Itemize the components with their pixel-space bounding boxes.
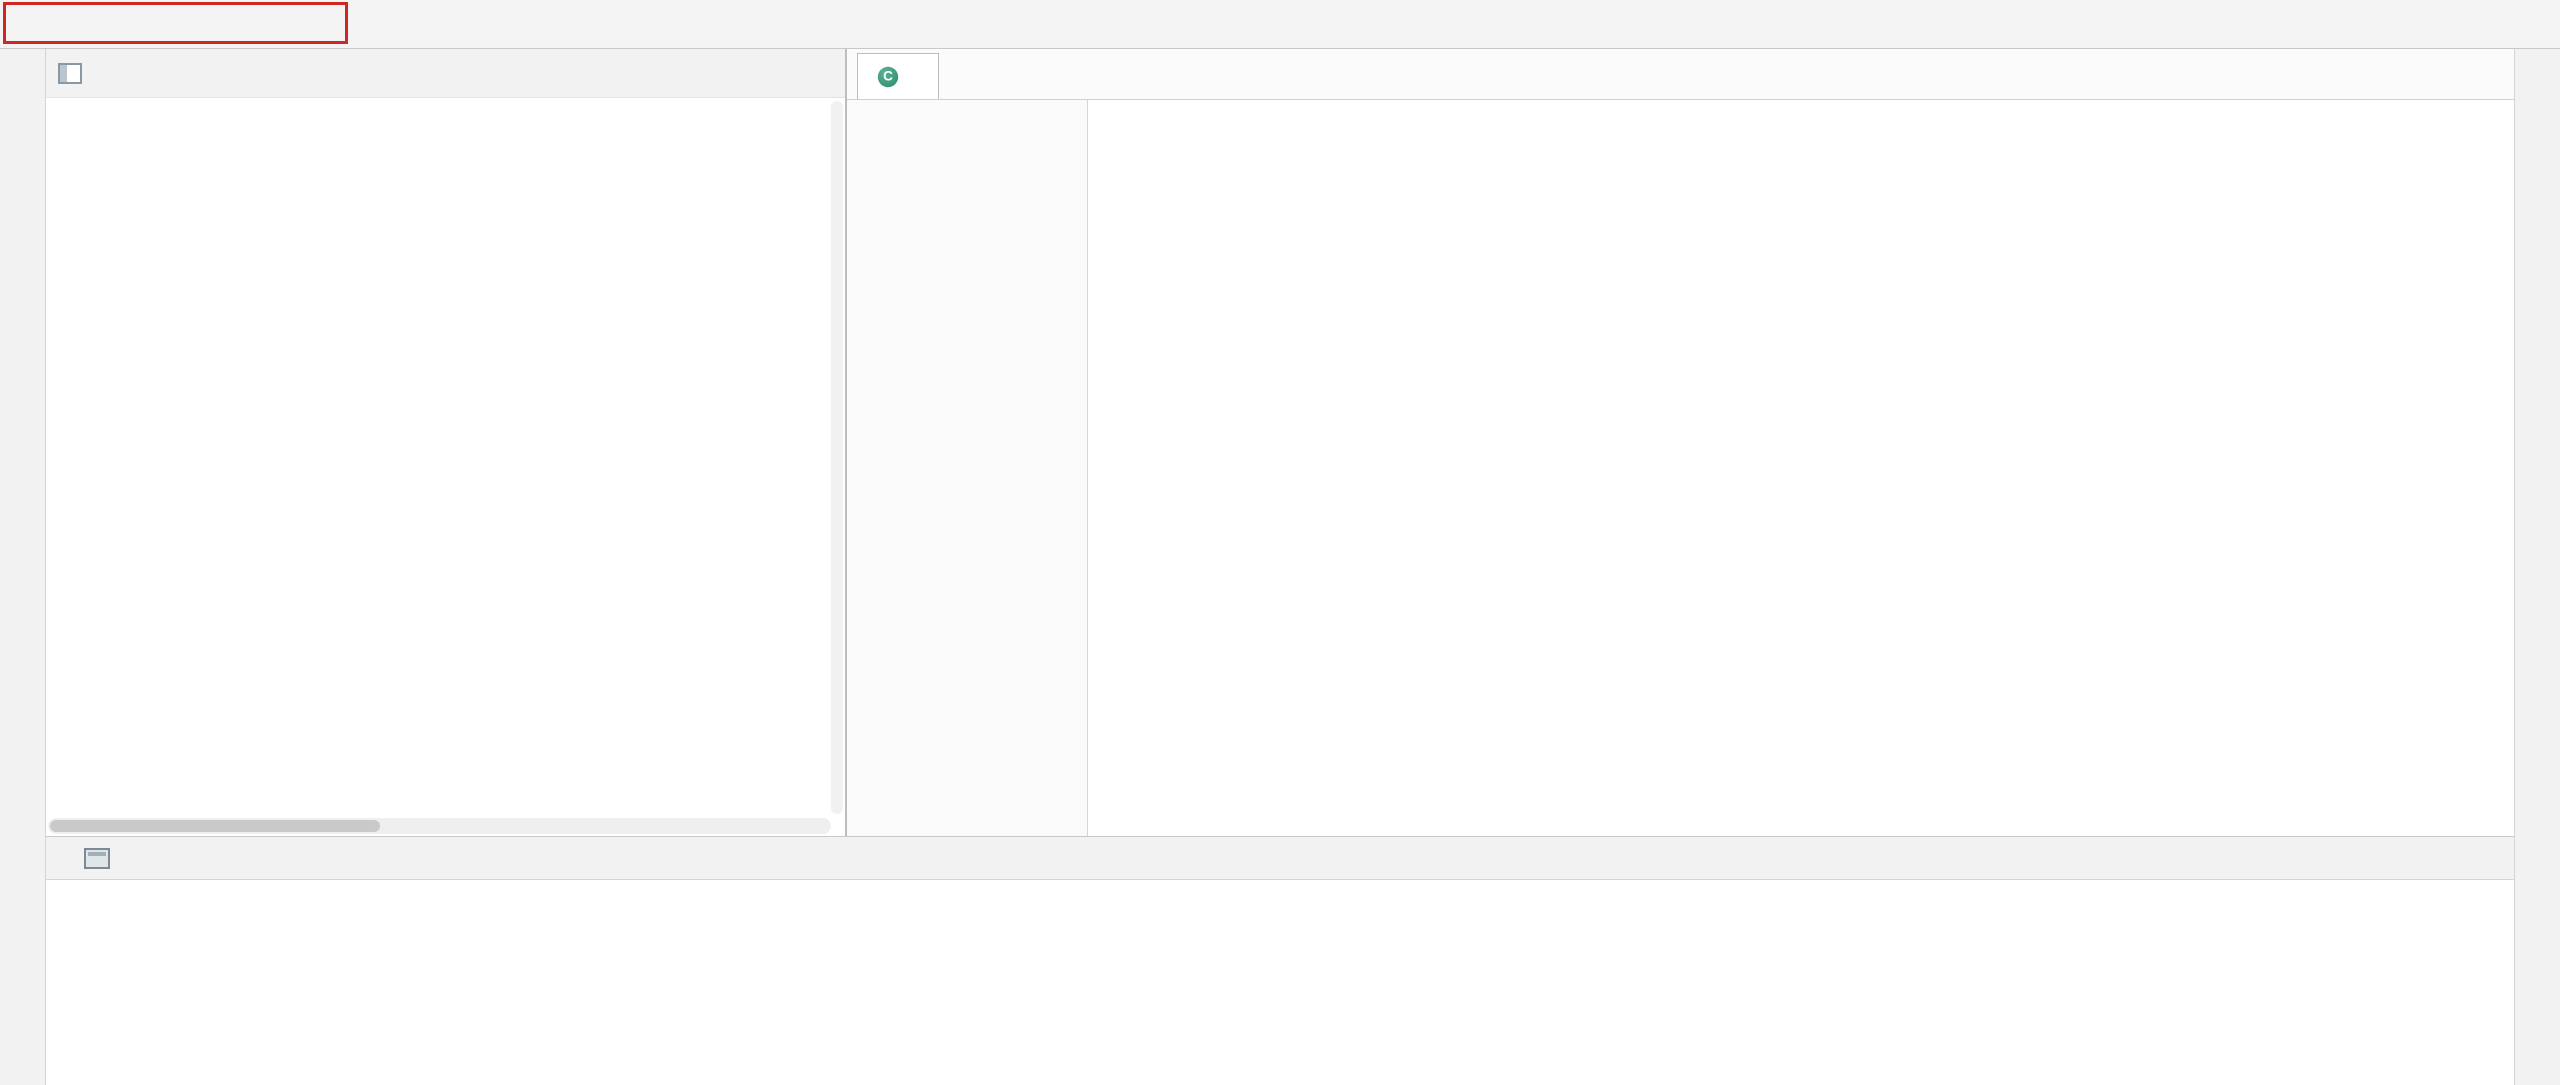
editor-gutter: [847, 100, 1087, 836]
run-panel-body: [46, 880, 2514, 1085]
gutter-separator: [1087, 100, 1088, 836]
run-tab-provider-user-application[interactable]: [74, 845, 130, 872]
run-tool-window: [46, 836, 2514, 1085]
run-panel-header: [46, 837, 2514, 880]
project-toolwindow-icon: [58, 63, 82, 84]
breadcrumb: [0, 0, 2560, 49]
scrollbar-thumb[interactable]: [50, 820, 380, 832]
editor-tab-bar: [847, 49, 2514, 100]
run-console[interactable]: [180, 880, 2514, 1085]
run-toolbar: [46, 880, 180, 1085]
editor-body[interactable]: [847, 100, 2514, 836]
project-tool-window: [46, 49, 846, 836]
project-tree: [46, 98, 845, 812]
project-panel-header: [46, 49, 845, 98]
editor-area: [846, 49, 2514, 836]
class-icon: [876, 65, 900, 87]
red-annotation-box: [3, 2, 348, 44]
horizontal-scrollbar[interactable]: [48, 818, 831, 834]
console-icon: [84, 848, 110, 869]
editor-tab-provider-user-application[interactable]: [857, 53, 939, 99]
vertical-scrollbar[interactable]: [831, 101, 843, 814]
left-tool-stripe: [0, 49, 46, 1085]
right-tool-stripe: [2514, 49, 2560, 1085]
